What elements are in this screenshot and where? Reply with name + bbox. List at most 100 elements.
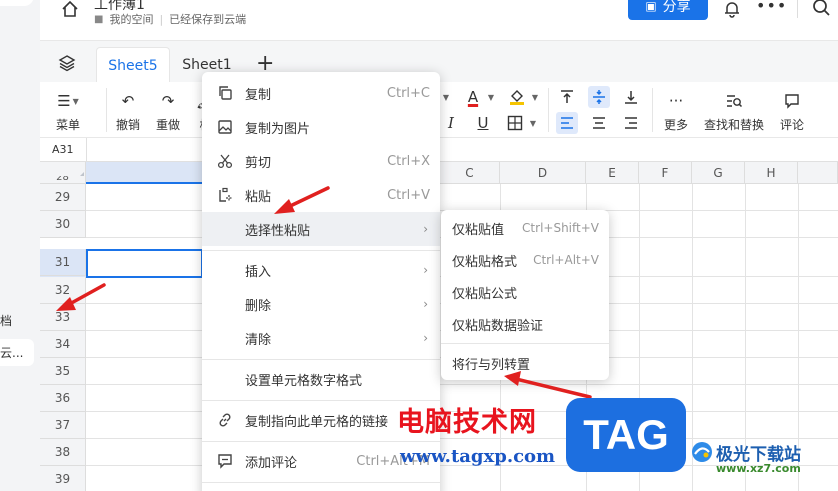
borders-icon [507, 115, 523, 131]
column-header[interactable]: D [500, 162, 586, 184]
chevron-right-icon: › [423, 331, 428, 345]
comment-button[interactable]: 评论 [780, 90, 804, 133]
submenu-item-label: 仅粘贴格式 [452, 254, 518, 270]
menu-divider [202, 250, 440, 251]
document-meta: ■ 我的空间 | 已经保存到云端 [94, 11, 246, 27]
align-center-icon[interactable] [588, 112, 610, 134]
image-icon [216, 118, 234, 136]
header-divider [797, 0, 798, 18]
menu-item-copy[interactable]: 复制 Ctrl+C [202, 76, 440, 110]
submenu-item-shortcut: Ctrl+Alt+V [533, 253, 599, 267]
menu-item-delete[interactable]: 删除 › [202, 287, 440, 321]
menu-item-copy-as-image[interactable]: 复制为图片 [202, 110, 440, 144]
submenu-item-transpose[interactable]: 将行与列转置 [441, 347, 609, 379]
submenu-divider [441, 343, 609, 344]
column-header[interactable]: H [745, 162, 798, 184]
undo-button[interactable]: ↶ 撤销 [116, 90, 140, 133]
find-replace-label: 查找和替换 [704, 118, 765, 132]
row-header[interactable]: 36 [40, 385, 86, 412]
submenu-item-paste-format[interactable]: 仅粘贴格式 Ctrl+Alt+V [441, 244, 609, 276]
align-bottom-icon[interactable] [620, 86, 642, 108]
align-top-icon[interactable] [556, 86, 578, 108]
menu-divider [202, 359, 440, 360]
find-replace-button[interactable]: 查找和替换 [704, 90, 764, 133]
menu-item-label: 复制 [245, 87, 272, 103]
submenu-item-paste-formula[interactable]: 仅粘贴公式 [441, 276, 609, 308]
menu-item-clear[interactable]: 清除 › [202, 321, 440, 355]
menu-item-cut[interactable]: 剪切 Ctrl+X [202, 144, 440, 178]
link-icon [216, 411, 234, 429]
comment-icon [784, 90, 800, 112]
row-header[interactable]: 28 [40, 176, 86, 184]
more-button[interactable]: ··· 更多 [664, 90, 688, 133]
submenu-item-shortcut: Ctrl+Shift+V [522, 221, 599, 235]
column-header[interactable]: F [639, 162, 692, 184]
align-left-icon[interactable] [556, 112, 578, 134]
italic-icon[interactable]: I [440, 112, 462, 134]
underline-icon[interactable]: U [472, 112, 494, 134]
submenu-item-paste-validation[interactable]: 仅粘贴数据验证 [441, 308, 609, 340]
bell-icon[interactable] [723, 0, 741, 22]
row-header[interactable]: 34 [40, 331, 86, 358]
menu-item-label: 设置单元格数字格式 [245, 373, 363, 389]
row-header[interactable]: 31 [40, 249, 86, 276]
fill-color-button[interactable] [506, 86, 528, 108]
column-header-a[interactable] [86, 162, 203, 184]
row-header[interactable]: 32 [40, 277, 86, 304]
menu-item-label: 删除 [245, 298, 272, 314]
menu-item-paste[interactable]: 粘贴 Ctrl+V [202, 178, 440, 212]
row-header[interactable]: 30 [40, 211, 86, 238]
submenu-item-label: 仅粘贴值 [452, 222, 505, 238]
menu-button[interactable]: ☰ ▼ 菜单 [56, 90, 80, 133]
font-color-button[interactable]: A [462, 86, 484, 108]
borders-button[interactable] [504, 112, 526, 134]
watermark-title: 电脑技术网 [397, 407, 537, 438]
menu-item-label: 选择性粘贴 [245, 223, 311, 239]
column-header[interactable]: G [692, 162, 745, 184]
tab-sheet5[interactable]: Sheet5 [96, 47, 170, 83]
menu-item-insert[interactable]: 插入 › [202, 253, 440, 287]
share-label: 分享 [662, 0, 691, 15]
align-middle-icon[interactable] [588, 86, 610, 108]
menu-item-label: 插入 [245, 264, 272, 280]
grid-line [86, 384, 838, 385]
row-header[interactable]: 33 [40, 304, 86, 331]
layers-icon[interactable] [58, 54, 76, 76]
fill-color-icon [510, 90, 524, 105]
sidebar-item-docs[interactable]: 档 [0, 312, 40, 329]
menu-item-number-format[interactable]: 设置单元格数字格式 [202, 362, 440, 396]
menu-item-paste-special[interactable]: 选择性粘贴 › [202, 212, 440, 246]
formula-divider [86, 138, 87, 162]
row-header[interactable]: 35 [40, 358, 86, 385]
menu-item-shortcut: Ctrl+C [386, 85, 430, 101]
column-header[interactable]: E [586, 162, 639, 184]
row-header[interactable]: 39 [40, 466, 86, 491]
share-button[interactable]: ▣ 分享 [628, 0, 708, 20]
submenu-item-paste-values[interactable]: 仅粘贴值 Ctrl+Shift+V [441, 212, 609, 244]
column-header[interactable] [798, 162, 838, 184]
align-right-icon[interactable] [620, 112, 642, 134]
column-header[interactable]: C [440, 162, 500, 184]
submenu-item-label: 将行与列转置 [452, 357, 531, 373]
cell-reference[interactable]: A31 [52, 143, 74, 156]
toolbar-divider [652, 88, 653, 132]
menu-item-label: 添加评论 [245, 455, 298, 471]
sidebar-item-cloud[interactable]: 云... [0, 339, 34, 366]
row-header[interactable]: 29 [40, 184, 86, 211]
document-location[interactable]: 我的空间 [109, 11, 153, 27]
search-icon[interactable] [812, 0, 832, 22]
more-options-icon[interactable]: ••• [756, 0, 787, 15]
redo-button[interactable]: ↷ 重做 [156, 90, 180, 133]
font-color-chevron-icon[interactable]: ▼ [484, 86, 496, 108]
chevron-right-icon: › [423, 222, 428, 236]
fill-color-chevron-icon[interactable]: ▼ [528, 86, 540, 108]
home-icon[interactable] [60, 0, 80, 20]
row-header[interactable]: 38 [40, 439, 86, 466]
borders-chevron-icon[interactable]: ▼ [526, 112, 538, 134]
watermark-site-url: www.xz7.com [716, 462, 801, 475]
submenu-item-label: 仅粘贴数据验证 [452, 318, 544, 334]
menu-item-label: 清除 [245, 332, 272, 348]
font-size-chevron-icon[interactable]: ▼ [440, 86, 450, 108]
row-header[interactable]: 37 [40, 412, 86, 439]
selected-cell[interactable] [86, 249, 203, 278]
